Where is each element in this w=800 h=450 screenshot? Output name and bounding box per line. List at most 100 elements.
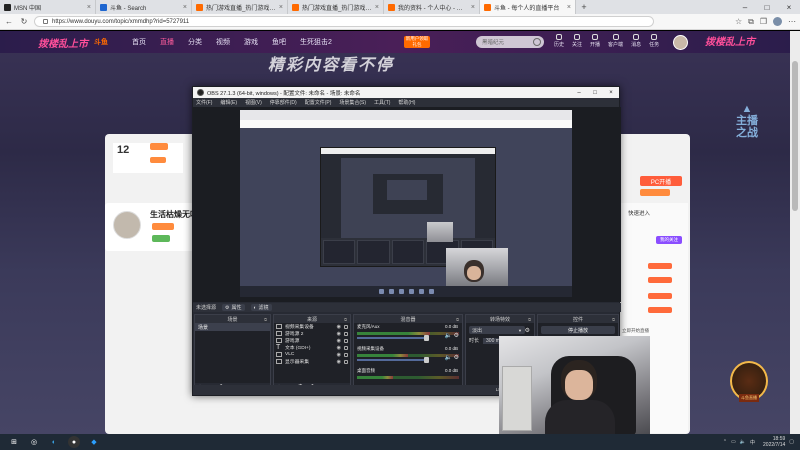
menu-view[interactable]: 视图(V): [245, 99, 262, 106]
undock-icon[interactable]: ⧉: [528, 317, 531, 322]
menu-docks[interactable]: 停靠部件(D): [270, 99, 297, 106]
undock-icon[interactable]: ⧉: [612, 317, 615, 322]
source-list-item[interactable]: 视频采集设备 ◉: [274, 323, 350, 330]
scene-list-item[interactable]: 场景: [195, 323, 270, 331]
source-list-item[interactable]: 游戏源 ◉: [274, 337, 350, 344]
source-list-item[interactable]: VLC ◉: [274, 351, 350, 358]
volume-slider[interactable]: [357, 335, 429, 341]
filters-button[interactable]: ◐ 滤镜: [250, 304, 272, 311]
transition-select[interactable]: 淡出 ▼: [469, 326, 525, 334]
maximize-icon[interactable]: □: [587, 90, 603, 96]
edge-icon[interactable]: ◐: [48, 436, 60, 448]
menu-profile[interactable]: 配置文件(P): [305, 99, 332, 106]
search-icon[interactable]: [533, 38, 541, 46]
speaker-icon[interactable]: 🔈: [445, 354, 452, 361]
minimize-icon[interactable]: –: [734, 0, 756, 14]
lock-icon[interactable]: [344, 345, 348, 350]
nav-videos[interactable]: 视频: [216, 37, 230, 47]
undock-icon[interactable]: ⧉: [264, 317, 267, 322]
menu-scene-collection[interactable]: 场景集合(S): [339, 99, 366, 106]
url-field[interactable]: https://www.douyu.com/topic/xmmdhp?rid=5…: [34, 16, 654, 27]
lock-icon[interactable]: [344, 331, 348, 336]
site-search-input[interactable]: 黑暗纪元: [476, 36, 544, 48]
follow-button[interactable]: 关注: [572, 34, 582, 48]
streamer-name[interactable]: 生活枯燥无味: [150, 209, 198, 220]
lock-icon[interactable]: [344, 338, 348, 343]
nav-games[interactable]: 游戏: [244, 37, 258, 47]
maximize-icon[interactable]: □: [756, 0, 778, 14]
volume-slider[interactable]: [357, 357, 429, 363]
browser-tab[interactable]: 我的资料 - 个人中心 - 斗鱼 ×: [384, 0, 480, 14]
obs-preview-area[interactable]: [193, 107, 621, 302]
lock-icon[interactable]: [344, 352, 348, 357]
right-panel-item[interactable]: 立即开始直播: [622, 328, 649, 334]
blue-app-icon[interactable]: ◆: [88, 436, 100, 448]
eye-icon[interactable]: ◉: [337, 338, 341, 344]
nav-categories[interactable]: 分类: [188, 37, 202, 47]
browser-tab[interactable]: 斗鱼 - Search ×: [96, 0, 192, 14]
nav-game-promo[interactable]: 生死狙击2: [300, 37, 332, 47]
site-brand[interactable]: 斗鱼: [94, 37, 108, 47]
steam-icon[interactable]: ◎: [28, 436, 40, 448]
close-icon[interactable]: ×: [778, 0, 800, 14]
close-tab-icon[interactable]: ×: [279, 4, 283, 11]
gear-icon[interactable]: ⚙: [525, 327, 530, 334]
extensions-icon[interactable]: ⧉: [748, 17, 754, 27]
gear-icon[interactable]: ⚙: [454, 354, 459, 361]
promo-badge[interactable]: 新用户领取礼包: [404, 36, 430, 48]
speaker-icon[interactable]: 🔈: [740, 439, 746, 445]
eye-icon[interactable]: ◉: [337, 352, 341, 358]
user-avatar[interactable]: [673, 35, 688, 50]
browser-tab[interactable]: MSN 中国 ×: [0, 0, 96, 14]
undock-icon[interactable]: ⧉: [344, 317, 347, 322]
eye-icon[interactable]: ◉: [337, 359, 341, 365]
refresh-icon[interactable]: ↻: [19, 17, 29, 26]
browser-tab[interactable]: 热门游戏直播_热门游戏视频_热 ×: [288, 0, 384, 14]
event-side-art[interactable]: ▲ 主播 之战: [727, 103, 767, 183]
client-button[interactable]: 客户端: [608, 34, 623, 48]
close-tab-icon[interactable]: ×: [375, 4, 379, 11]
close-icon[interactable]: ×: [603, 90, 619, 96]
lock-icon[interactable]: [344, 359, 348, 364]
messages-button[interactable]: 消息: [631, 34, 641, 48]
nav-home[interactable]: 首页: [132, 37, 146, 47]
logo-art[interactable]: 拨楼乱上市: [38, 35, 88, 50]
tasks-button[interactable]: 任务: [649, 34, 659, 48]
windows-start-icon[interactable]: ⊞: [8, 436, 20, 448]
gear-icon[interactable]: ⚙: [454, 332, 459, 339]
slider-knob[interactable]: [424, 335, 429, 341]
properties-button[interactable]: ⚙ 属性: [222, 304, 245, 311]
streamer-avatar[interactable]: [113, 211, 141, 239]
close-tab-icon[interactable]: ×: [183, 4, 187, 11]
preview-canvas[interactable]: [240, 110, 572, 297]
menu-help[interactable]: 帮助(H): [398, 99, 415, 106]
clock[interactable]: 18:59 2022/7/14: [763, 436, 785, 448]
source-list-item[interactable]: 显示器采集 ◉: [274, 358, 350, 365]
history-button[interactable]: 历史: [554, 34, 564, 48]
minimize-icon[interactable]: –: [571, 90, 587, 96]
my-follow-button[interactable]: 我的关注: [656, 236, 682, 244]
input-method-indicator[interactable]: 中: [750, 439, 755, 446]
back-icon[interactable]: ←: [4, 17, 14, 26]
favorite-star-icon[interactable]: ☆: [735, 17, 742, 27]
nav-live[interactable]: 直播: [160, 37, 174, 47]
go-live-button[interactable]: 开播: [590, 34, 600, 48]
stop-streaming-button[interactable]: 停止播放: [541, 326, 615, 334]
browser-tab[interactable]: 热门游戏直播_热门游戏视频_热 ×: [192, 0, 288, 14]
close-tab-icon[interactable]: ×: [87, 4, 91, 11]
collections-icon[interactable]: ❐: [760, 17, 767, 27]
nav-fishbar[interactable]: 鱼吧: [272, 37, 286, 47]
source-list-item[interactable]: 游戏源 2 ◉: [274, 330, 350, 337]
close-tab-icon[interactable]: ×: [471, 4, 475, 11]
scrollbar-thumb[interactable]: [792, 61, 798, 211]
menu-tools[interactable]: 工具(T): [374, 99, 390, 106]
browser-tab-active[interactable]: 斗鱼 - 每个人的直播平台 ×: [480, 0, 576, 14]
pc-live-button[interactable]: PC开播: [640, 176, 682, 186]
obs-icon[interactable]: ●: [68, 436, 80, 448]
menu-edit[interactable]: 编辑(E): [220, 99, 237, 106]
chevron-up-icon[interactable]: ⌃: [723, 439, 727, 445]
menu-dots-icon[interactable]: ⋯: [788, 17, 796, 27]
slider-knob[interactable]: [424, 357, 429, 363]
notification-icon[interactable]: ▢: [789, 439, 794, 445]
eye-icon[interactable]: ◉: [337, 345, 341, 351]
